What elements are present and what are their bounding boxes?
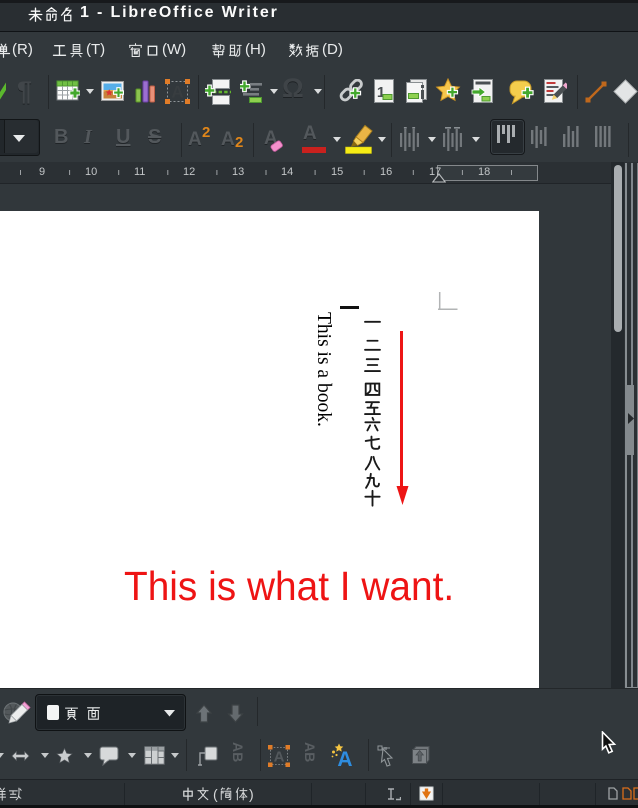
svg-text:A: A	[171, 83, 183, 102]
svg-text:A: A	[337, 748, 352, 768]
svg-text:A: A	[274, 749, 285, 766]
